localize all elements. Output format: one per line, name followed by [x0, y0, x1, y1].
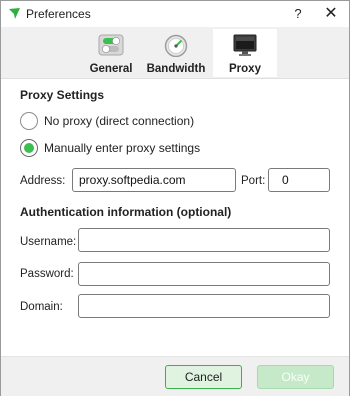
tab-bandwidth-label: Bandwidth — [146, 63, 206, 75]
manual-proxy-label: Manually enter proxy settings — [44, 141, 201, 155]
preferences-dialog: Preferences ? ✕ General Bandwidth Proxy … — [0, 0, 350, 396]
tab-proxy-label: Proxy — [229, 63, 261, 75]
authentication-heading: Authentication information (optional) — [20, 205, 232, 219]
close-button[interactable]: ✕ — [321, 4, 341, 24]
domain-input[interactable] — [78, 294, 330, 318]
no-proxy-radio[interactable] — [20, 112, 38, 130]
address-label: Address: — [20, 175, 66, 187]
toggle-switch-icon — [98, 34, 124, 56]
dialog-footer: Cancel Okay — [1, 356, 349, 396]
no-proxy-label: No proxy (direct connection) — [44, 114, 195, 128]
title-bar: Preferences ? ✕ — [1, 1, 349, 27]
address-input[interactable] — [72, 168, 236, 192]
domain-label: Domain: — [20, 301, 63, 313]
monitor-icon — [233, 34, 257, 56]
help-button[interactable]: ? — [288, 4, 308, 24]
tab-proxy[interactable]: Proxy — [213, 29, 277, 77]
speedometer-gauge-icon — [164, 34, 188, 57]
cancel-button[interactable]: Cancel — [165, 365, 242, 389]
username-input[interactable] — [78, 228, 330, 252]
tab-general-label: General — [89, 63, 133, 75]
proxy-settings-panel: Proxy Settings No proxy (direct connecti… — [1, 80, 349, 356]
tab-general[interactable]: General — [79, 29, 143, 77]
port-label: Port: — [241, 175, 266, 187]
tab-bandwidth[interactable]: Bandwidth — [141, 29, 211, 77]
proxy-settings-heading: Proxy Settings — [20, 88, 105, 102]
app-logo-icon — [9, 8, 20, 19]
window-title: Preferences — [26, 7, 91, 21]
password-label: Password: — [20, 268, 74, 280]
port-input[interactable] — [268, 168, 330, 192]
password-input[interactable] — [78, 262, 330, 286]
username-label: Username: — [20, 236, 77, 248]
manual-proxy-radio[interactable] — [20, 139, 38, 157]
preferences-tabbar: General Bandwidth Proxy — [1, 27, 349, 79]
okay-button[interactable]: Okay — [257, 365, 334, 389]
